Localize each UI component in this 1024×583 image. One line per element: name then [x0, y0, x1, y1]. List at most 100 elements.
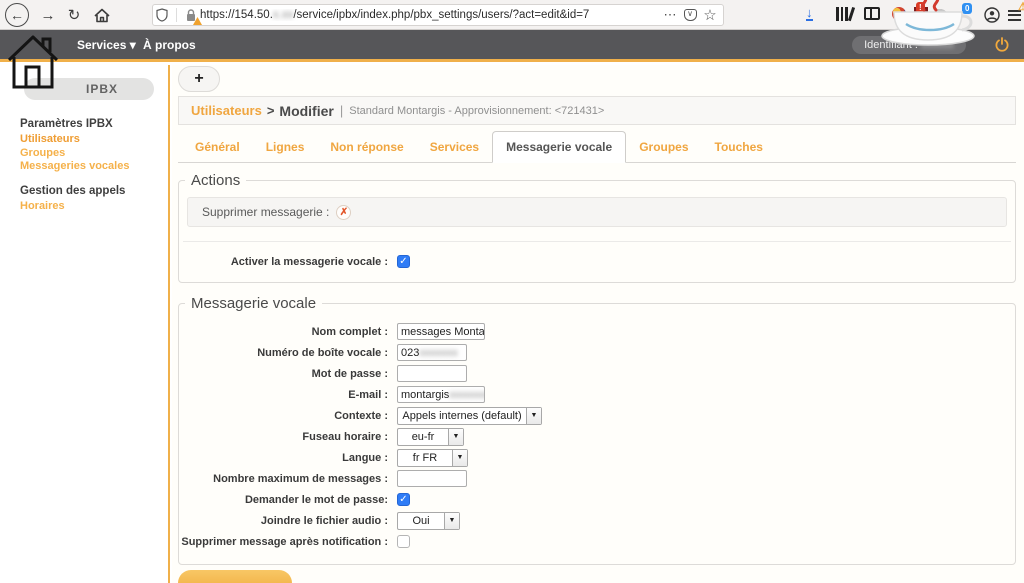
url-text: https://154.50.x.xx/service/ipbx/index.p…: [200, 9, 659, 21]
field-label: Supprimer message après notification :: [179, 536, 388, 548]
selected-option: fr FR: [398, 450, 452, 466]
forward-icon[interactable]: →: [36, 3, 60, 27]
pocket-icon[interactable]: ∨: [681, 6, 699, 24]
sidebar-item-horaires[interactable]: Horaires: [20, 200, 162, 212]
main-content: + Utilisateurs > Modifier | Standard Mon…: [172, 65, 1024, 583]
langue-select[interactable]: fr FR▼: [397, 449, 468, 467]
tab-non-r-ponse[interactable]: Non réponse: [317, 132, 416, 162]
divider: [183, 241, 1011, 242]
logout-power-icon[interactable]: [994, 37, 1010, 53]
lock-warning-icon[interactable]: [182, 6, 200, 24]
reload-icon[interactable]: ↻: [62, 3, 86, 27]
input-value: montargis: [401, 389, 449, 401]
house-logo-icon[interactable]: [7, 32, 59, 92]
contexte-select[interactable]: Appels internes (default)▼: [397, 407, 542, 425]
activate-voicemail-label: Activer la messagerie vocale :: [179, 256, 388, 268]
tab-groupes[interactable]: Groupes: [626, 132, 701, 162]
bookmark-star-icon[interactable]: ☆: [701, 6, 719, 24]
sidebar-item-messageries-vocales[interactable]: Messageries vocales: [20, 160, 162, 172]
form-row-contexte: Contexte :Appels internes (default)▼: [179, 405, 1015, 426]
sidebar: IPBX Paramètres IPBXUtilisateursGroupesM…: [0, 65, 170, 583]
about-link[interactable]: À propos: [143, 38, 196, 52]
form-row-nombre-maximum-de-messages: Nombre maximum de messages :: [179, 468, 1015, 489]
nom-complet-input[interactable]: messages Montargis: [397, 323, 485, 340]
form-row-demander-le-mot-de-passe: Demander le mot de passe:✓: [179, 489, 1015, 510]
tab-touches[interactable]: Touches: [702, 132, 776, 162]
page-actions-icon[interactable]: ⋯: [661, 6, 679, 24]
home-icon[interactable]: [90, 3, 114, 27]
joindre-le-fichier-audio-select[interactable]: Oui▼: [397, 512, 460, 530]
screen: { "browser": { "nav_icons": { "back": "←…: [0, 0, 1024, 583]
delete-voicemail-row: Supprimer messagerie : ✗: [187, 197, 1007, 227]
field-label: Nombre maximum de messages :: [179, 473, 388, 485]
gear-extension-icon[interactable]: [932, 9, 948, 25]
supprimer-message-apr-s-notification-checkbox[interactable]: [397, 535, 410, 548]
nombre-maximum-de-messages-input[interactable]: [397, 470, 467, 487]
num-ro-de-bo-te-vocale-input[interactable]: 023xxxxxxx: [397, 344, 467, 361]
voicemail-form: Nom complet :messages MontargisNuméro de…: [179, 321, 1015, 552]
form-row-e-mail: E-mail :montargisxxxxxxxx: [179, 384, 1015, 405]
form-row-langue: Langue : fr FR▼: [179, 447, 1015, 468]
sidebar-icon[interactable]: [864, 7, 880, 20]
url-bar[interactable]: https://154.50.x.xx/service/ipbx/index.p…: [152, 4, 724, 26]
count-badge: 0: [962, 3, 972, 14]
app-topbar: Services ▾ À propos Identifiant : xxxxxx: [0, 30, 1024, 62]
form-row-mot-de-passe: Mot de passe :: [179, 363, 1015, 384]
fuseau-horaire-select[interactable]: eu-fr▼: [397, 428, 464, 446]
field-label: Numéro de boîte vocale :: [179, 347, 388, 359]
delete-voicemail-label: Supprimer messagerie :: [202, 205, 329, 219]
breadcrumb-users-link[interactable]: Utilisateurs: [191, 103, 262, 118]
breadcrumb-separator: >: [267, 103, 275, 118]
redacted-value: xxxxxxxx: [449, 389, 485, 401]
tab-services[interactable]: Services: [417, 132, 492, 162]
voicemail-legend: Messagerie vocale: [185, 295, 322, 312]
demander-le-mot-de-passe-checkbox[interactable]: ✓: [397, 493, 410, 506]
form-row-joindre-le-fichier-audio: Joindre le fichier audio : Oui▼: [179, 510, 1015, 531]
input-value: messages Montargis: [401, 326, 485, 338]
field-label: Joindre le fichier audio :: [179, 515, 388, 527]
save-button[interactable]: [178, 570, 292, 583]
add-user-button[interactable]: +: [178, 66, 220, 92]
chevron-down-icon: ▼: [448, 429, 463, 445]
pocket-glyph: ∨: [684, 9, 697, 21]
extension-area: ↓ ! ✓ 0 ⚠: [774, 0, 1024, 30]
actions-fieldset: Actions Supprimer messagerie : ✗ Activer…: [178, 172, 1016, 283]
services-menu[interactable]: Services ▾: [77, 38, 136, 52]
tracking-shield-icon[interactable]: [153, 6, 171, 24]
field-label: Langue :: [179, 452, 388, 464]
redacted-identifiant: xxxxxx: [921, 39, 954, 51]
account-icon[interactable]: [984, 7, 1000, 23]
sidebar-item-utilisateurs[interactable]: Utilisateurs: [20, 133, 162, 145]
sidebar-menu: Paramètres IPBX Utilisateurs GroupesMessag…: [20, 105, 162, 214]
chevron-down-icon: ▾: [130, 38, 136, 52]
e-mail-input[interactable]: montargisxxxxxxxx: [397, 386, 485, 403]
sidebar-item-groupes[interactable]: Groupes: [20, 147, 162, 159]
tab-lignes[interactable]: Lignes: [253, 132, 318, 162]
download-icon[interactable]: ↓: [806, 7, 813, 21]
form-row-fuseau-horaire: Fuseau horaire : eu-fr▼: [179, 426, 1015, 447]
selected-option: eu-fr: [398, 429, 448, 445]
chevron-down-icon: ▼: [452, 450, 467, 466]
voicemail-fieldset: Messagerie vocale Nom complet :messages …: [178, 295, 1016, 565]
check-badge: ✓: [902, 12, 915, 23]
identifiant-badge: Identifiant : xxxxxx: [852, 36, 966, 54]
back-icon[interactable]: ←: [5, 3, 29, 27]
tab-messagerie-vocale[interactable]: Messagerie vocale: [492, 131, 626, 163]
breadcrumb: Utilisateurs > Modifier | Standard Monta…: [178, 96, 1016, 125]
delete-voicemail-icon[interactable]: ✗: [336, 205, 351, 220]
library-icon[interactable]: [836, 7, 854, 21]
breadcrumb-context: Standard Montargis - Approvisionnement: …: [349, 105, 604, 117]
chevron-down-icon: ▼: [526, 408, 541, 424]
browser-toolbar: ← → ↻ https://154.50.x.xx/service/ipbx/i…: [0, 0, 1024, 30]
page-title: Modifier: [279, 103, 333, 119]
field-label: Fuseau horaire :: [179, 431, 388, 443]
actions-legend: Actions: [185, 172, 246, 189]
breadcrumb-divider: |: [340, 103, 343, 118]
field-label: Mot de passe :: [179, 368, 388, 380]
mot-de-passe-input[interactable]: [397, 365, 467, 382]
tab-g-n-ral[interactable]: Général: [182, 132, 253, 162]
sidebar-section-param-tres-ipbx: Paramètres IPBX: [20, 118, 162, 130]
divider: [176, 8, 177, 22]
activate-voicemail-checkbox[interactable]: ✓: [397, 255, 410, 268]
tab-bar: GénéralLignesNon réponseServicesMessager…: [178, 134, 1016, 163]
